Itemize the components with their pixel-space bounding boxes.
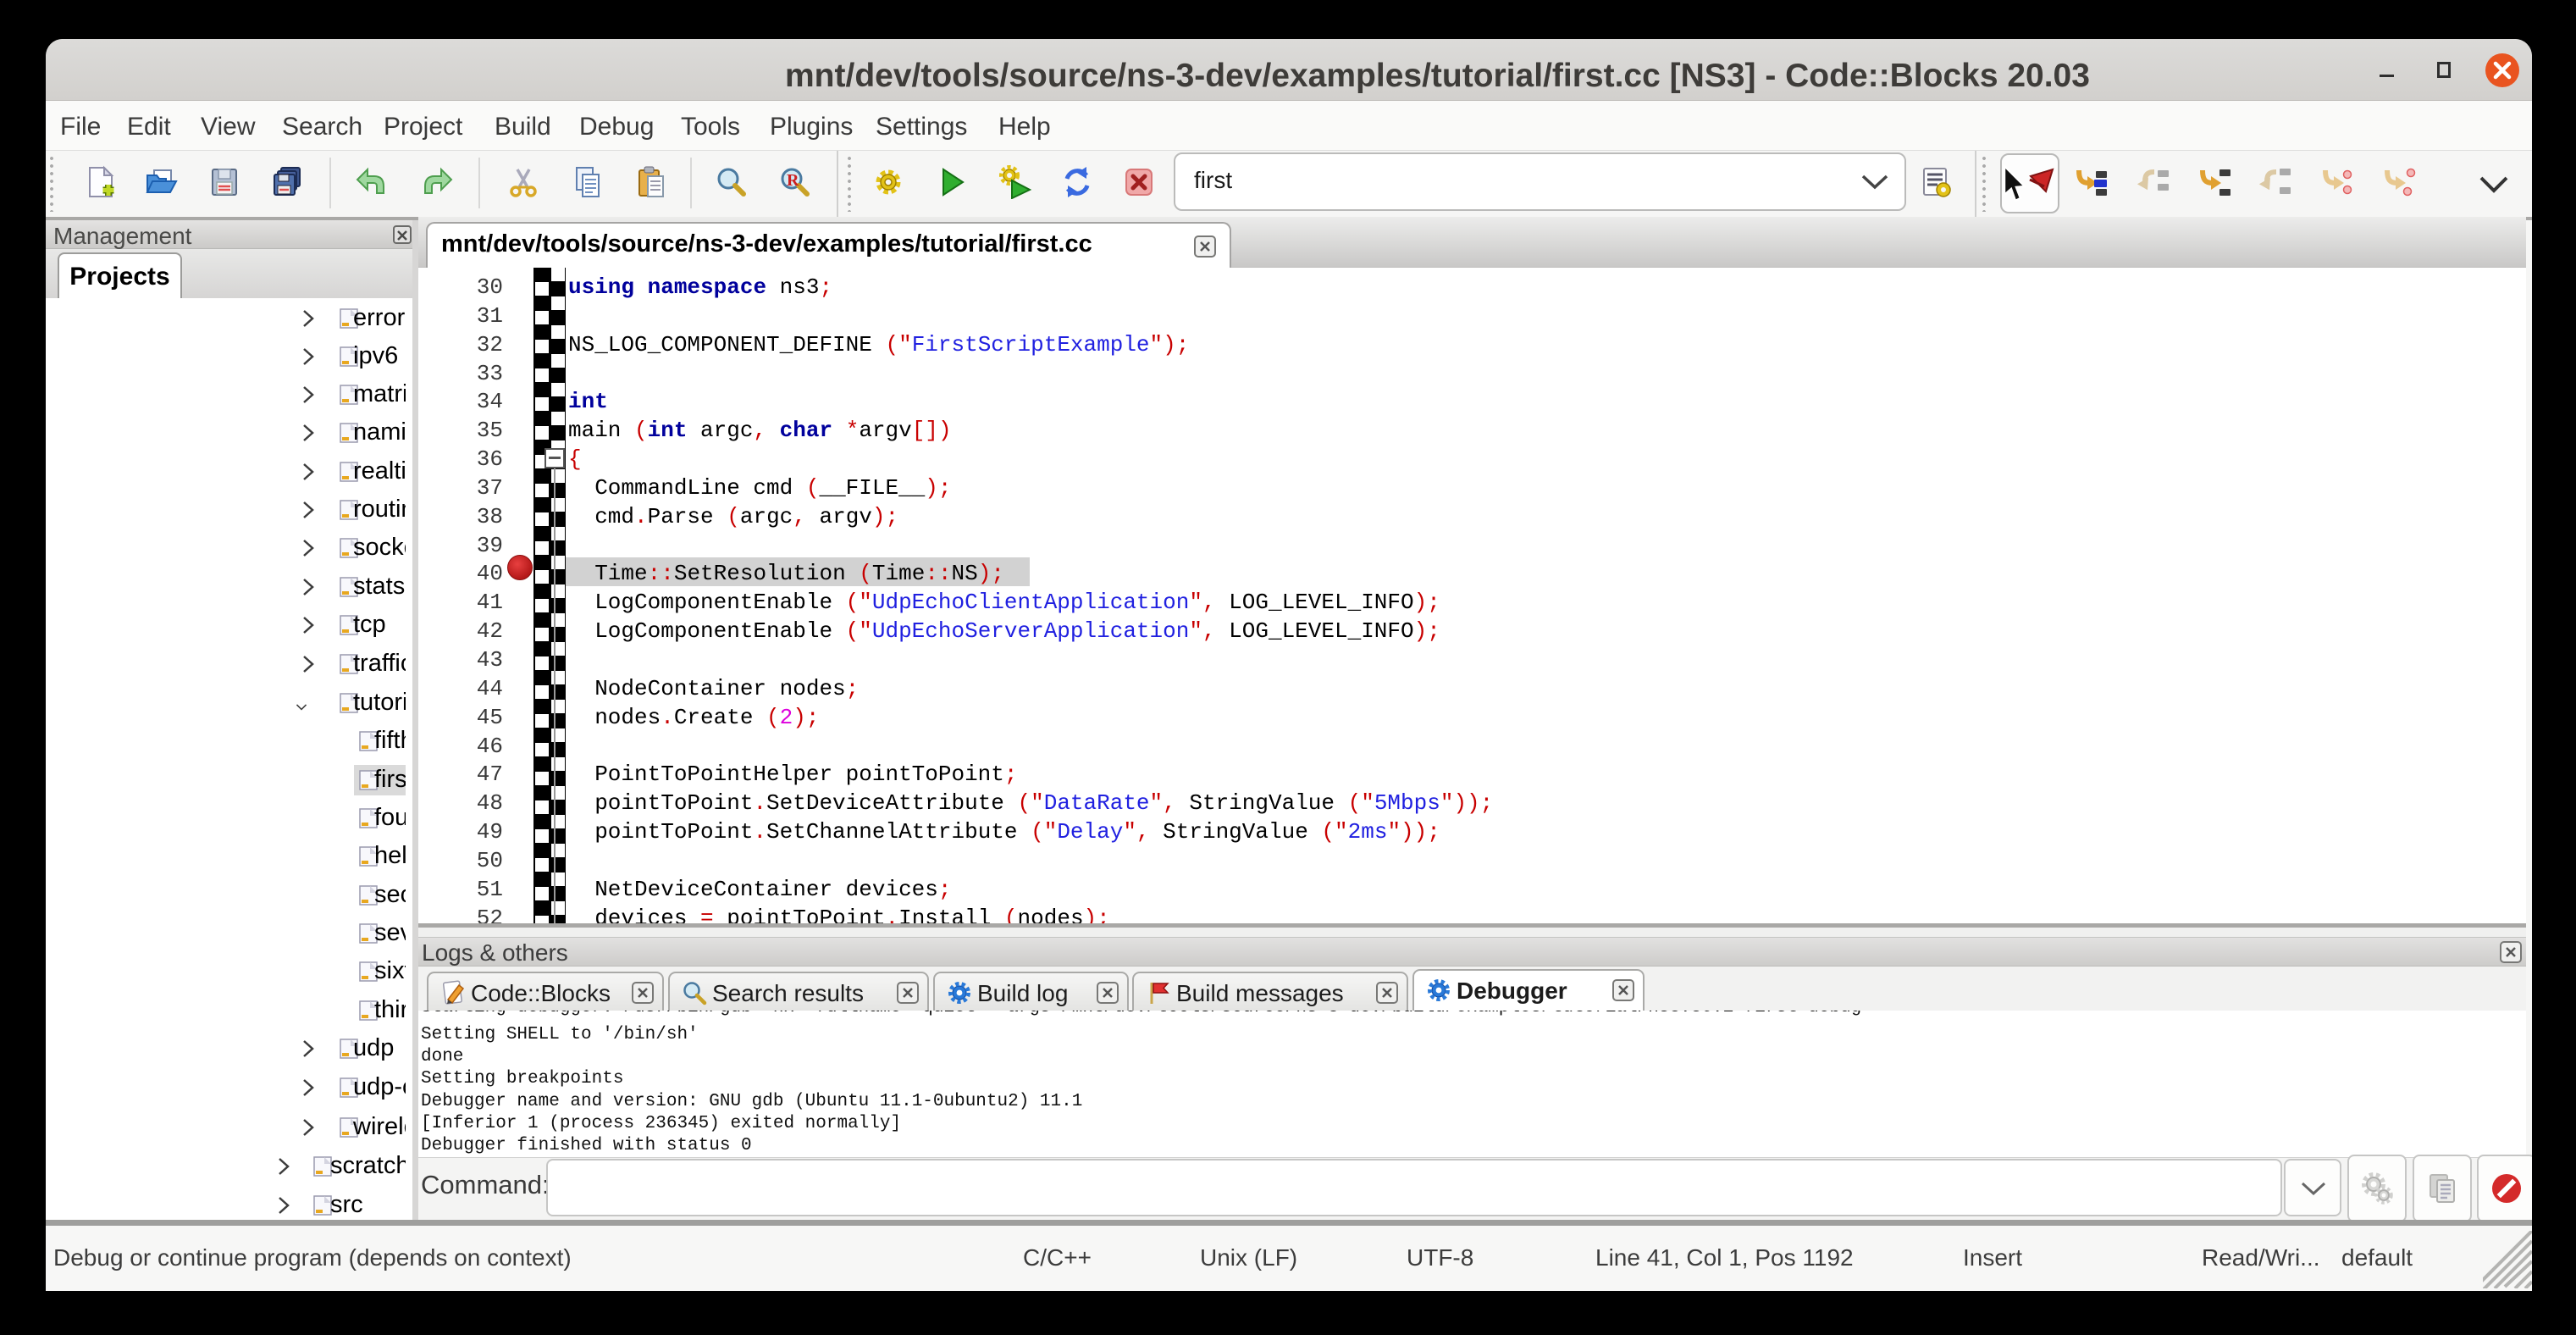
- svg-text:R: R: [787, 171, 799, 190]
